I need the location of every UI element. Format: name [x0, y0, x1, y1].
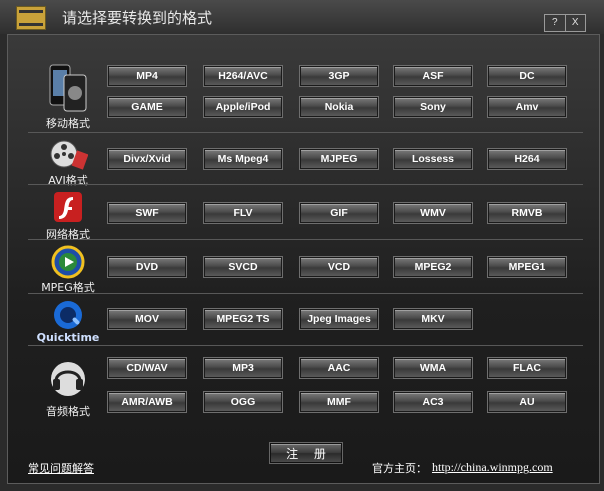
format-button-au[interactable]: AU — [488, 392, 566, 412]
format-button-game[interactable]: GAME — [108, 97, 186, 117]
format-button-mov[interactable]: MOV — [108, 309, 186, 329]
headphones-icon — [51, 362, 85, 396]
category-label: 音频格式 — [46, 405, 90, 418]
category-divider — [28, 293, 583, 294]
format-button-amr-awb[interactable]: AMR/AWB — [108, 392, 186, 412]
format-button-mpeg2-ts[interactable]: MPEG2 TS — [204, 309, 282, 329]
category-divider — [28, 239, 583, 240]
category-avi: AVI格式 — [28, 138, 108, 187]
category-label: AVI格式 — [48, 174, 88, 187]
register-button[interactable]: 注 册 — [270, 443, 342, 463]
format-button-swf[interactable]: SWF — [108, 203, 186, 223]
category-divider — [28, 132, 583, 133]
category-web: 网络格式 — [28, 190, 108, 241]
format-button-mpeg1[interactable]: MPEG1 — [488, 257, 566, 277]
media-player-icon — [51, 245, 85, 279]
format-button-mmf[interactable]: MMF — [300, 392, 378, 412]
format-button-mpeg2[interactable]: MPEG2 — [394, 257, 472, 277]
format-button-vcd[interactable]: VCD — [300, 257, 378, 277]
format-button-gif[interactable]: GIF — [300, 203, 378, 223]
format-button-amv[interactable]: Amv — [488, 97, 566, 117]
mobile-phone-icon — [49, 64, 87, 112]
category-label: 移动格式 — [46, 117, 90, 130]
title-bar-buttons: ? X — [544, 14, 586, 32]
title-bar: 请选择要转换到的格式 ? X — [0, 0, 604, 34]
format-button-aac[interactable]: AAC — [300, 358, 378, 378]
format-button-wmv[interactable]: WMV — [394, 203, 472, 223]
format-button-nokia[interactable]: Nokia — [300, 97, 378, 117]
category-quicktime: Quicktime — [28, 299, 108, 345]
film-reel-icon — [50, 140, 88, 170]
format-button-cd-wav[interactable]: CD/WAV — [108, 358, 186, 378]
window-title: 请选择要转换到的格式 — [62, 9, 213, 27]
category-label: Quicktime — [36, 331, 100, 344]
format-button-apple-ipod[interactable]: Apple/iPod — [204, 97, 282, 117]
format-button-lossess[interactable]: Lossess — [394, 149, 472, 169]
format-selector-window: 请选择要转换到的格式 ? X 移动格式 MP4 H264/AVC 3GP ASF… — [0, 0, 604, 491]
homepage-link[interactable]: http://china.winmpg.com — [432, 460, 553, 475]
category-divider — [28, 184, 583, 185]
format-button-divx-xvid[interactable]: Divx/Xvid — [108, 149, 186, 169]
format-button-mjpeg[interactable]: MJPEG — [300, 149, 378, 169]
format-button-mp3[interactable]: MP3 — [204, 358, 282, 378]
category-divider — [28, 345, 583, 346]
format-button-ac3[interactable]: AC3 — [394, 392, 472, 412]
film-strip-app-icon — [16, 6, 46, 30]
format-button-h264[interactable]: H264 — [488, 149, 566, 169]
format-button-sony[interactable]: Sony — [394, 97, 472, 117]
format-panel: 移动格式 MP4 H264/AVC 3GP ASF DC GAME Apple/… — [7, 34, 600, 484]
format-button-jpeg-images[interactable]: Jpeg Images — [300, 309, 378, 329]
category-mobile: 移动格式 — [28, 63, 108, 133]
help-button[interactable]: ? — [545, 15, 565, 31]
format-button-svcd[interactable]: SVCD — [204, 257, 282, 277]
format-button-mp4[interactable]: MP4 — [108, 66, 186, 86]
category-audio: 音频格式 — [28, 357, 108, 421]
close-button[interactable]: X — [564, 15, 586, 31]
format-button-h264-avc[interactable]: H264/AVC — [204, 66, 282, 86]
quicktime-icon — [54, 301, 82, 329]
format-button-asf[interactable]: ASF — [394, 66, 472, 86]
format-button-rmvb[interactable]: RMVB — [488, 203, 566, 223]
format-button-wma[interactable]: WMA — [394, 358, 472, 378]
homepage-label: 官方主页： — [372, 462, 427, 475]
format-button-ogg[interactable]: OGG — [204, 392, 282, 412]
category-mpeg: MPEG格式 — [28, 245, 108, 294]
format-button-dc[interactable]: DC — [488, 66, 566, 86]
faq-link[interactable]: 常见问题解答 — [28, 460, 94, 476]
format-button-flv[interactable]: FLV — [204, 203, 282, 223]
format-button-flac[interactable]: FLAC — [488, 358, 566, 378]
format-button-ms-mpeg4[interactable]: Ms Mpeg4 — [204, 149, 282, 169]
format-button-mkv[interactable]: MKV — [394, 309, 472, 329]
format-button-dvd[interactable]: DVD — [108, 257, 186, 277]
flash-icon — [54, 192, 82, 222]
format-button-3gp[interactable]: 3GP — [300, 66, 378, 86]
